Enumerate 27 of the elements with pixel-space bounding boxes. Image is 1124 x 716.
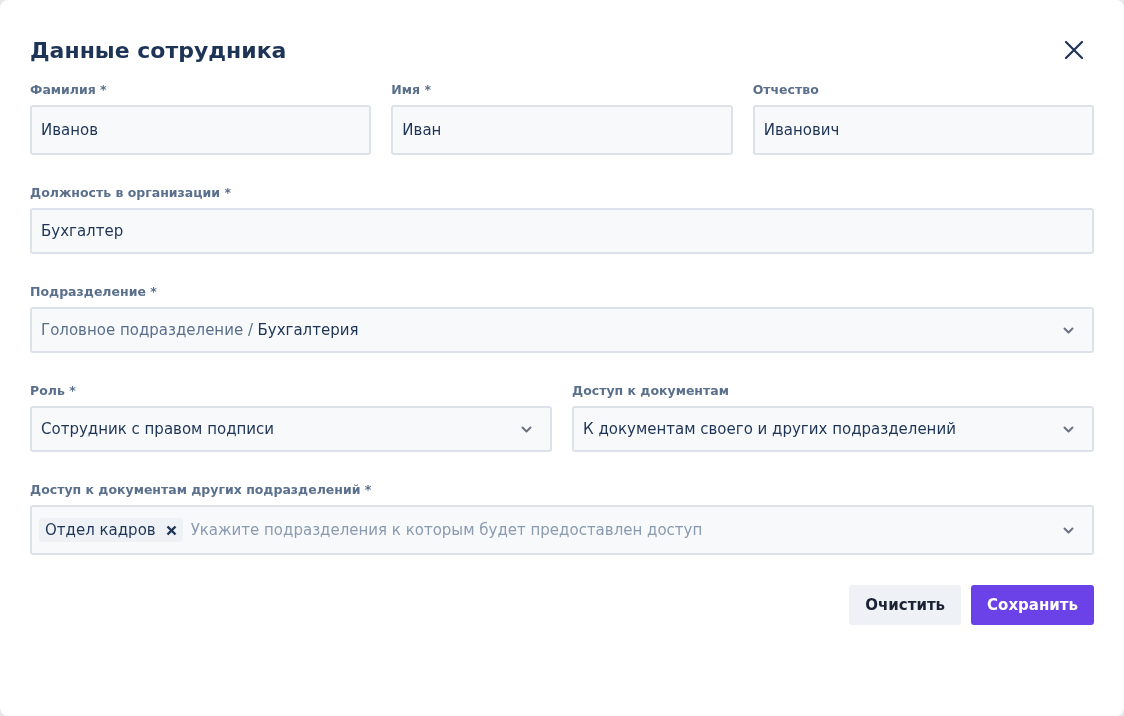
select-field[interactable]: Сотрудник с правом подписи (30, 406, 552, 452)
field-label: Имя * (391, 82, 431, 97)
close-icon[interactable] (1064, 40, 1084, 60)
field-label: Должность в организации * (30, 185, 231, 200)
select-field[interactable]: К документам своего и других подразделений (572, 406, 1094, 452)
multi-select-field[interactable]: Отдел кадров Укажите подразделения к которым будет предоставлен доступ (30, 505, 1094, 555)
remove-icon[interactable] (165, 524, 177, 536)
input-field[interactable]: Иванович (752, 105, 1094, 155)
field-label: Доступ к документам других подразделений * (30, 482, 372, 497)
field-label: Фамилия * (30, 82, 107, 97)
chevron-down-icon (1063, 326, 1074, 334)
tag-label: Отдел кадров (45, 521, 156, 539)
input-field[interactable]: Иван (391, 105, 733, 155)
field-label: Отчество (752, 82, 819, 97)
field-label: Доступ к документам (572, 383, 729, 398)
field-label: Роль * (30, 383, 76, 398)
search-input[interactable]: Укажите подразделения к которым будет предоставлен доступ (190, 521, 1055, 539)
input-field[interactable]: Бухгалтер (30, 208, 1094, 254)
select-field[interactable]: Головное подразделение / Бухгалтерия (30, 307, 1094, 353)
field-label: Подразделение * (30, 284, 157, 299)
input-field[interactable]: Иванов (30, 105, 372, 155)
clear-button[interactable]: Очистить (849, 585, 962, 625)
chevron-down-icon (1063, 526, 1074, 534)
save-button[interactable]: Сохранить (971, 585, 1094, 625)
chevron-down-icon (521, 425, 532, 433)
dialog-title: Данные сотрудника (30, 37, 287, 63)
chevron-down-icon (1063, 425, 1074, 433)
